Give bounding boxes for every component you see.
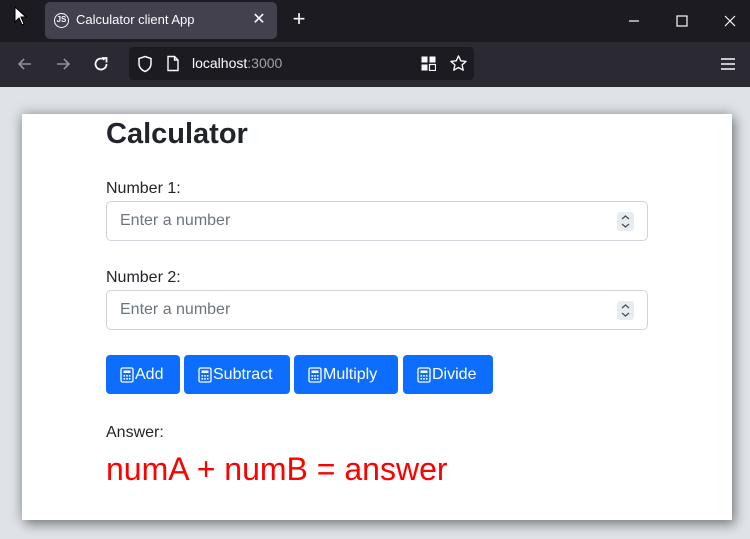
minimize-icon[interactable] xyxy=(624,11,644,31)
subtract-button[interactable]: Subtract xyxy=(184,355,290,394)
multiply-button[interactable]: Multiply xyxy=(294,355,398,394)
back-arrow-icon[interactable] xyxy=(15,54,35,74)
number-spinner-icon[interactable] xyxy=(617,212,634,231)
divide-button[interactable]: Divide xyxy=(403,355,493,394)
add-button-label: Add xyxy=(135,365,164,383)
subtract-button-label: Subtract xyxy=(213,365,273,383)
number2-label: Number 2: xyxy=(106,269,181,286)
grid-icon[interactable] xyxy=(421,56,436,71)
calculator-icon xyxy=(417,366,431,383)
calculator-icon xyxy=(120,366,134,383)
url-port: :3000 xyxy=(247,55,283,71)
answer-label: Answer: xyxy=(106,424,164,441)
nodejs-icon: JS xyxy=(54,13,69,28)
number2-field[interactable] xyxy=(106,290,648,330)
new-tab-icon[interactable]: + xyxy=(288,8,310,30)
tab-title: Calculator client App xyxy=(76,12,195,27)
url-host: localhost xyxy=(192,55,248,71)
calculator-icon xyxy=(198,366,212,383)
mouse-pointer-icon xyxy=(14,6,28,26)
forward-arrow-icon[interactable] xyxy=(53,54,73,74)
multiply-button-label: Multiply xyxy=(323,365,378,383)
window-close-icon[interactable] xyxy=(720,11,740,31)
add-button[interactable]: Add xyxy=(106,355,180,394)
page-title: Calculator xyxy=(106,118,248,150)
close-tab-icon[interactable]: ✕ xyxy=(249,10,269,30)
page-content: Calculator Number 1: Number 2: Add Subtr… xyxy=(22,114,732,520)
maximize-icon[interactable] xyxy=(672,11,692,31)
browser-nav-bar: localhost:3000 xyxy=(0,42,750,87)
number1-label: Number 1: xyxy=(106,180,181,197)
number2-input[interactable] xyxy=(107,291,647,329)
star-icon[interactable] xyxy=(449,54,468,73)
browser-tab-bar: JS Calculator client App ✕ + xyxy=(0,0,750,42)
page-icon xyxy=(167,55,179,72)
number1-field[interactable] xyxy=(106,201,648,241)
calculator-icon xyxy=(308,366,322,383)
shield-icon[interactable] xyxy=(137,55,153,73)
number-spinner-icon[interactable] xyxy=(617,301,634,320)
reload-icon[interactable] xyxy=(91,54,111,74)
browser-tab[interactable]: JS Calculator client App ✕ xyxy=(45,2,277,39)
hamburger-menu-icon[interactable] xyxy=(718,54,738,74)
number1-input[interactable] xyxy=(107,202,647,240)
divide-button-label: Divide xyxy=(432,365,477,383)
url-text: localhost:3000 xyxy=(192,55,282,71)
address-bar[interactable]: localhost:3000 xyxy=(129,47,474,80)
answer-text: numA + numB = answer xyxy=(106,451,448,487)
